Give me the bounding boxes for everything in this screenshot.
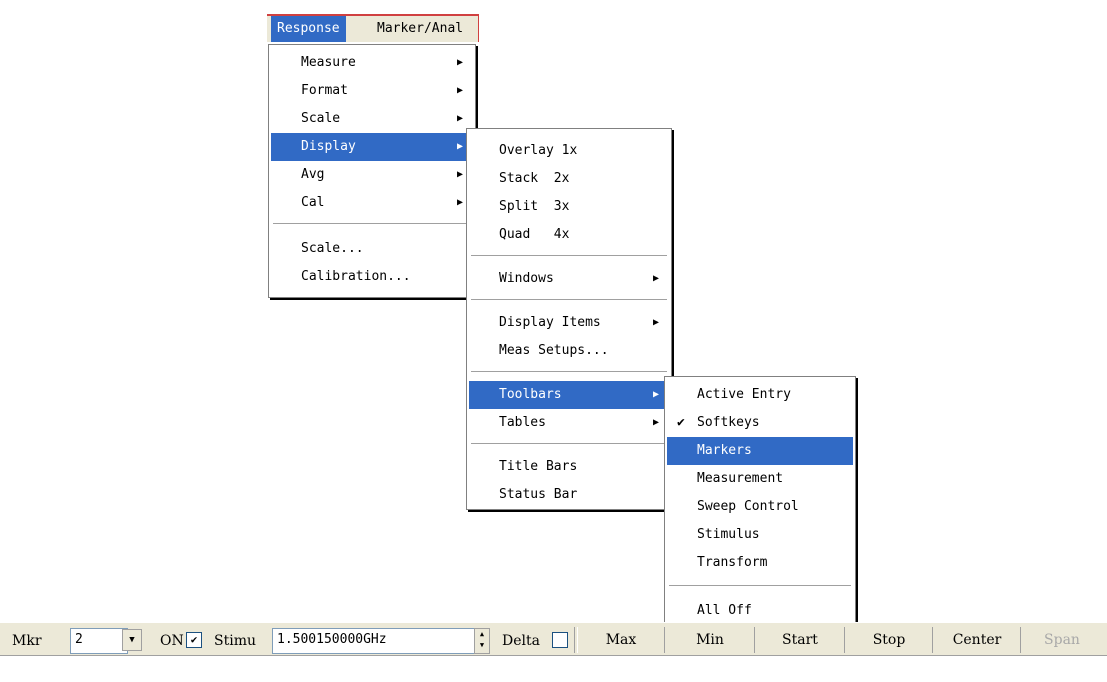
toolbars-submenu: Active Entry ✔ Softkeys Markers Measureme…: [664, 376, 856, 630]
menu-item-markers[interactable]: Markers: [667, 437, 853, 465]
stimulus-input[interactable]: 1.500150000GHz: [272, 628, 476, 654]
menu-item-toolbars[interactable]: Toolbars ▶: [469, 381, 669, 409]
menu-item-scale[interactable]: Scale ▶: [271, 105, 473, 133]
submenu-arrow-icon: ▶: [652, 273, 659, 284]
menu-separator: [273, 223, 471, 225]
center-button[interactable]: Center: [934, 627, 1021, 653]
menu-item-measure[interactable]: Measure ▶: [271, 49, 473, 77]
marker-toolbar: Mkr 2 ▼ ON ✔ Stimu 1.500150000GHz ▲ ▼ Del…: [0, 622, 1107, 656]
menu-item-title-bars[interactable]: Title Bars: [469, 453, 669, 481]
menu-item-transform[interactable]: Transform: [667, 549, 853, 577]
menu-item-all-off[interactable]: All Off: [667, 597, 853, 625]
submenu-arrow-icon: ▶: [652, 417, 659, 428]
menu-item-stack[interactable]: Stack 2x: [469, 165, 669, 193]
menu-item-sweep-control[interactable]: Sweep Control: [667, 493, 853, 521]
menu-item-cal[interactable]: Cal ▶: [271, 189, 473, 217]
menu-separator: [471, 371, 667, 373]
menu-item-quad[interactable]: Quad 4x: [469, 221, 669, 249]
menu-item-overlay[interactable]: Overlay 1x: [469, 137, 669, 165]
delta-label: Delta: [502, 633, 540, 649]
menu-item-meas-setups[interactable]: Meas Setups...: [469, 337, 669, 365]
menubar: Response Marker/Anal: [267, 14, 479, 42]
menu-item-status-bar[interactable]: Status Bar: [469, 481, 669, 509]
span-button[interactable]: Span: [1022, 627, 1102, 653]
submenu-arrow-icon: ▶: [456, 113, 463, 124]
mkr-label: Mkr: [12, 633, 42, 649]
response-menu: Measure ▶ Format ▶ Scale ▶ Display ▶ Avg ▶ Ca…: [268, 44, 476, 298]
menu-item-avg[interactable]: Avg ▶: [271, 161, 473, 189]
marker-select[interactable]: 2: [70, 628, 128, 654]
submenu-arrow-icon: ▶: [652, 389, 659, 400]
menu-item-windows[interactable]: Windows ▶: [469, 265, 669, 293]
min-button[interactable]: Min: [666, 627, 755, 653]
checkmark-icon: ✔: [677, 415, 685, 430]
submenu-arrow-icon: ▶: [652, 317, 659, 328]
start-button[interactable]: Start: [756, 627, 845, 653]
menu-item-scale-dialog[interactable]: Scale...: [271, 235, 473, 263]
menu-item-calibration[interactable]: Calibration...: [271, 263, 473, 291]
submenu-arrow-icon: ▶: [456, 197, 463, 208]
submenu-arrow-icon: ▶: [456, 57, 463, 68]
spin-up-down-icon[interactable]: ▲ ▼: [474, 628, 490, 654]
on-label: ON: [160, 633, 184, 649]
marker-select-value: 2: [75, 632, 83, 647]
chevron-down-icon[interactable]: ▼: [122, 629, 142, 651]
menu-item-split[interactable]: Split 3x: [469, 193, 669, 221]
menu-separator: [471, 299, 667, 301]
menu-item-format[interactable]: Format ▶: [271, 77, 473, 105]
menu-item-measurement[interactable]: Measurement: [667, 465, 853, 493]
menu-item-tables[interactable]: Tables ▶: [469, 409, 669, 437]
menu-item-softkeys[interactable]: ✔ Softkeys: [667, 409, 853, 437]
stop-button[interactable]: Stop: [846, 627, 933, 653]
menu-marker-analysis[interactable]: Marker/Anal: [371, 16, 469, 42]
submenu-arrow-icon: ▶: [456, 85, 463, 96]
max-button[interactable]: Max: [578, 627, 665, 653]
menu-separator: [669, 585, 851, 587]
menu-item-stimulus[interactable]: Stimulus: [667, 521, 853, 549]
menu-item-display[interactable]: Display ▶: [271, 133, 473, 161]
display-submenu: Overlay 1x Stack 2x Split 3x Quad 4x Win…: [466, 128, 672, 510]
menu-separator: [471, 255, 667, 257]
stimulus-input-value: 1.500150000GHz: [277, 632, 387, 647]
menu-item-display-items[interactable]: Display Items ▶: [469, 309, 669, 337]
menu-separator: [471, 443, 667, 445]
delta-checkbox[interactable]: [552, 632, 568, 648]
stimu-label: Stimu: [214, 633, 256, 649]
menu-response[interactable]: Response: [271, 16, 346, 42]
submenu-arrow-icon: ▶: [456, 141, 463, 152]
menu-item-active-entry[interactable]: Active Entry: [667, 381, 853, 409]
submenu-arrow-icon: ▶: [456, 169, 463, 180]
on-checkbox[interactable]: ✔: [186, 632, 202, 648]
